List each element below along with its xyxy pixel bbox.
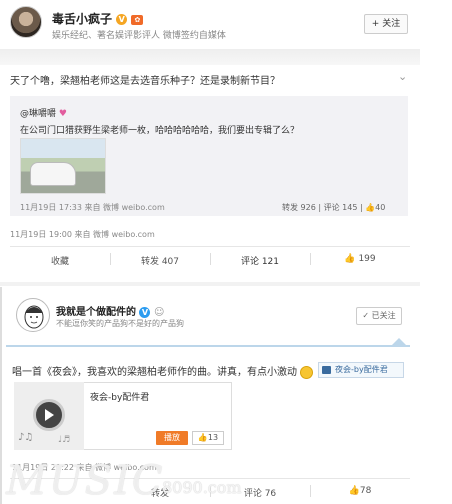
avatar[interactable] [10, 6, 42, 38]
divider-line [10, 246, 410, 247]
post-text: 唱一首《夜会》，我喜欢的梁翘柏老师作的曲。讲真，有点小激动 [12, 367, 297, 378]
separator-bar [0, 49, 420, 65]
song-like-button[interactable]: 👍13 [192, 431, 224, 445]
post-text-row: 唱一首《夜会》，我喜欢的梁翘柏老师作的曲。讲真，有点小激动 [12, 363, 314, 379]
author-name-row: 我就是个做配件的 V ☺ [56, 303, 164, 318]
chevron-down-icon[interactable]: ⌄ [398, 70, 407, 83]
watermark-url: 8090.com [162, 478, 242, 497]
author-name[interactable]: 我就是个做配件的 [56, 307, 136, 318]
author-name[interactable]: 毒舌小疯子 [52, 12, 112, 26]
favorite-button[interactable]: 收藏 [10, 254, 110, 267]
quoted-author[interactable]: @琳嚼嚼 ♥ [20, 106, 67, 119]
group-icon: ☺ [153, 307, 165, 318]
verified-v-icon: V [116, 14, 128, 25]
comment-button[interactable]: 评论 121 [210, 254, 310, 267]
music-link[interactable]: 夜会-by配件君 [318, 362, 404, 378]
van-image-shape [30, 162, 76, 186]
follow-button[interactable]: + 关注 [364, 14, 408, 34]
action-bar: 收藏 转发 407 评论 121 👍 199 [10, 248, 410, 270]
followed-button[interactable]: ✓ 已关注 [356, 307, 402, 325]
quoted-stats[interactable]: 转发 926 | 评论 145 | 👍40 [282, 202, 385, 213]
author-name-row: 毒舌小疯子 V ✿ [52, 10, 144, 27]
play-button[interactable]: 播放 [156, 431, 188, 445]
pointer-triangle [392, 338, 406, 345]
post-text: 天了个噜，梁翘柏老师这是去选音乐种子？还是录制新节目？ [10, 76, 280, 87]
quoted-text: 在公司门口猎获野生梁老师一枚，哈哈哈哈哈哈，我们要出专辑了么？ [20, 126, 300, 136]
post-time[interactable]: 11月19日 19:00 来自 微博 weibo.com [10, 229, 155, 240]
laugh-emoji-icon [300, 365, 314, 379]
like-button[interactable]: 👍 199 [310, 254, 410, 264]
author-description: 娱乐经纪、著名娱评影评人 微博签约自媒体 [52, 31, 226, 41]
heart-icon: ♥ [58, 109, 67, 119]
watermark: MUSIC [6, 458, 165, 504]
section-separator [0, 282, 420, 286]
play-icon[interactable] [45, 409, 54, 421]
svg-text:♪♫: ♪♫ [18, 432, 33, 443]
like-button[interactable]: 👍78 [310, 486, 410, 496]
vip-icon: ✿ [131, 14, 144, 25]
quoted-time[interactable]: 11月19日 17:33 来自 微博 weibo.com [20, 202, 165, 213]
music-icon [322, 366, 331, 374]
svg-text:♩♬: ♩♬ [58, 435, 70, 445]
verified-v-icon: V [139, 306, 151, 318]
author-description: 不能逗你笑的产品狗不是好的产品狗 [56, 319, 184, 328]
song-title[interactable]: 夜会-by配件君 [90, 390, 149, 403]
comment-box-border [6, 345, 410, 347]
repost-button[interactable]: 转发 407 [110, 254, 210, 267]
avatar[interactable] [16, 298, 50, 332]
